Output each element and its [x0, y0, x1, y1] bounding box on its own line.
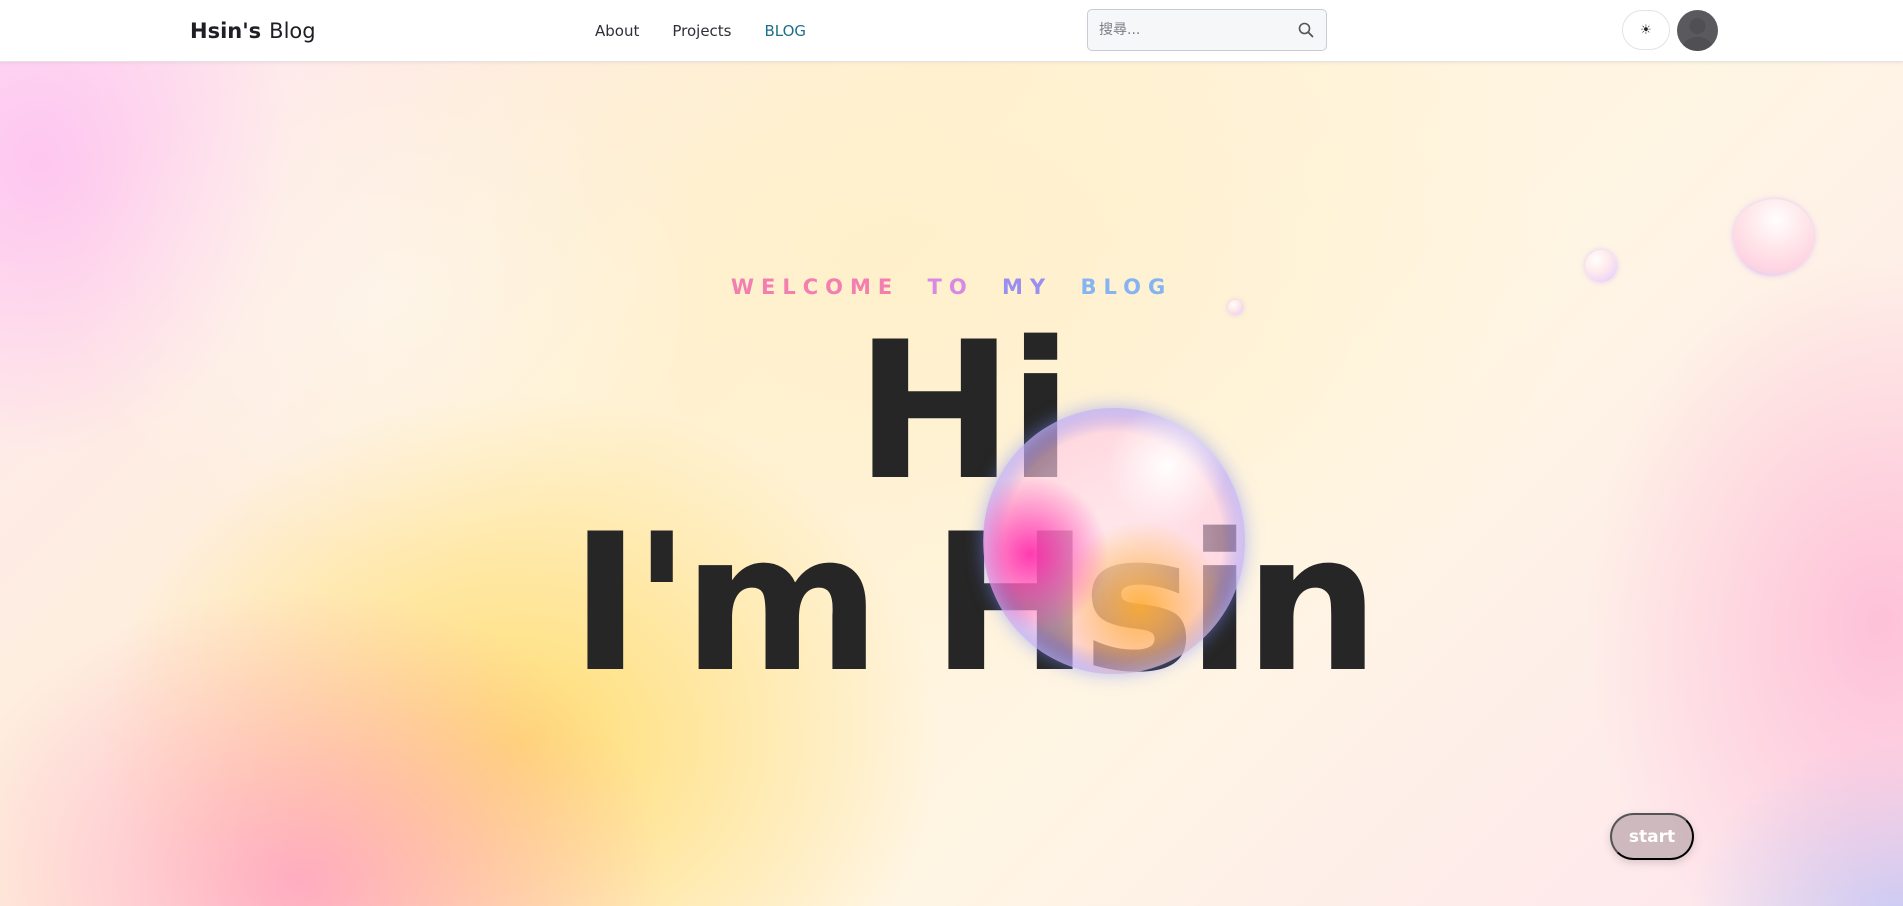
- search-box: [1087, 9, 1327, 51]
- sun-icon: ☀: [1640, 22, 1652, 38]
- nav-link-projects[interactable]: Projects: [672, 22, 731, 40]
- main-nav: About Projects BLOG: [595, 19, 806, 43]
- welcome-word: BLOG: [1080, 275, 1173, 299]
- hero-section: WELCOME TO MY BLOG Hi I'm Hsin start: [0, 62, 1903, 906]
- brand-name: Hsin's: [190, 19, 262, 43]
- welcome-word: WELCOME: [730, 275, 900, 299]
- search-input[interactable]: [1088, 10, 1286, 50]
- brand-suffix: Blog: [269, 19, 316, 43]
- bubble-decoration: [1585, 250, 1617, 282]
- start-button[interactable]: start: [1610, 813, 1694, 860]
- welcome-word: TO: [927, 275, 974, 299]
- top-navbar: Hsin's Blog About Projects BLOG ☀: [0, 0, 1903, 62]
- welcome-word: MY: [1002, 275, 1053, 299]
- bubble-decoration: [1723, 187, 1825, 287]
- welcome-tagline: WELCOME TO MY BLOG: [0, 275, 1903, 299]
- site-brand[interactable]: Hsin's Blog: [190, 16, 316, 46]
- glass-bubble-decoration: [983, 408, 1245, 674]
- search-icon[interactable]: [1286, 10, 1326, 50]
- theme-toggle-button[interactable]: ☀: [1622, 10, 1670, 50]
- user-avatar-icon[interactable]: [1677, 10, 1718, 51]
- bubble-decoration: [1228, 300, 1243, 315]
- hero-name: I'm Hsin: [570, 493, 1379, 714]
- nav-link-blog[interactable]: BLOG: [765, 22, 807, 40]
- nav-link-about[interactable]: About: [595, 22, 639, 40]
